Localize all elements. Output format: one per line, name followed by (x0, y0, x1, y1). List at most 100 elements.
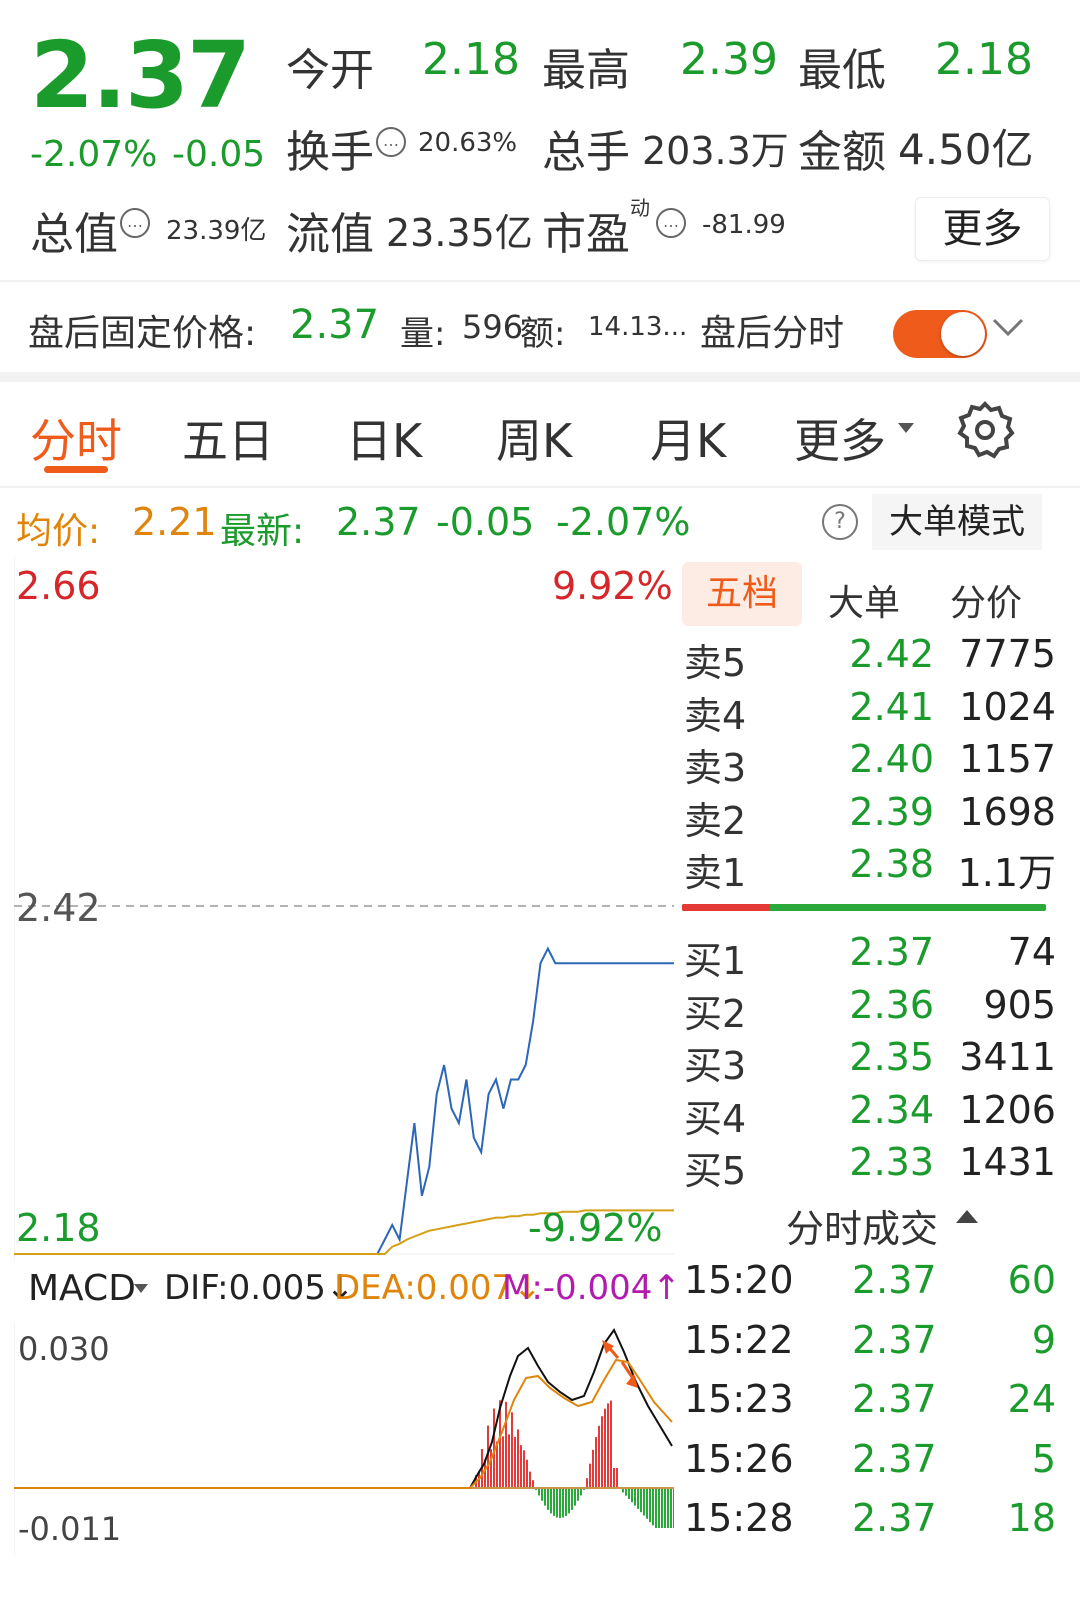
trade-volume: 9 (1031, 1317, 1056, 1362)
macd-top-label: 0.030 (18, 1330, 110, 1368)
bid-row[interactable]: 买3 2.35 3411 (684, 1035, 1056, 1088)
avg-price-value: 2.21 (132, 500, 217, 544)
trade-row: 15:26 2.37 5 (684, 1437, 1056, 1493)
macd-histogram-bar (586, 1478, 588, 1488)
trade-volume: 5 (1031, 1436, 1056, 1481)
chevron-down-icon[interactable] (990, 314, 1026, 338)
latest-change-pct: -2.07% (556, 500, 691, 544)
trade-volume: 18 (1007, 1496, 1056, 1540)
avg-price-label: 均价: (16, 511, 101, 552)
orderbook-tab-five-level[interactable]: 五档 (682, 562, 802, 626)
after-hours-amt: 14.13... (588, 312, 688, 342)
low-label: 最低 (798, 45, 886, 96)
trade-volume: 24 (1007, 1377, 1056, 1421)
tab-daily-k[interactable]: 日K (346, 405, 422, 471)
macd-histogram-bar (652, 1488, 654, 1526)
info-icon[interactable]: … (656, 208, 686, 238)
ask-row[interactable]: 卖1 2.38 1.1万 (684, 842, 1056, 895)
bid-price: 2.37 (849, 930, 934, 974)
orderbook-tab-big-order[interactable]: 大单 (828, 574, 900, 626)
reference-price-label: 2.42 (16, 886, 101, 930)
bid-level-label: 买5 (684, 1149, 747, 1193)
caret-down-icon (134, 1284, 148, 1293)
macd-histogram-bar (559, 1488, 561, 1518)
bid-volume: 3411 (959, 1035, 1056, 1079)
macd-histogram-bar (592, 1449, 594, 1488)
bid-ask-ratio-bar (682, 904, 1046, 911)
intraday-chart[interactable] (14, 556, 674, 1262)
macd-dea-value: DEA:0.007 (334, 1268, 514, 1308)
ask-level-label: 卖5 (684, 641, 747, 685)
bid-price: 2.35 (849, 1035, 934, 1079)
macd-histogram-bar (637, 1488, 639, 1509)
bid-row[interactable]: 买2 2.36 905 (684, 982, 1056, 1036)
bid-volume: 74 (1007, 930, 1056, 974)
high-label: 最高 (542, 45, 630, 96)
bid-level-label: 买1 (684, 939, 747, 983)
tab-intraday[interactable]: 分时 (30, 405, 122, 471)
help-icon[interactable]: ? (822, 504, 858, 540)
ask-row[interactable]: 卖4 2.41 1024 (684, 685, 1056, 738)
trades-title[interactable]: 分时成交 (786, 1198, 938, 1253)
macd-histogram-bar (604, 1408, 606, 1488)
pe-label: 市盈 (542, 209, 630, 260)
bid-row[interactable]: 买4 2.34 1206 (684, 1087, 1056, 1141)
trade-row: 15:28 2.37 18 (684, 1496, 1056, 1552)
pe-value: -81.99 (702, 210, 786, 240)
change-amount: -0.05 (172, 134, 266, 175)
bid-volume: 905 (983, 982, 1056, 1027)
ask-row[interactable]: 卖5 2.42 7775 (684, 632, 1056, 685)
latest-label: 最新: (220, 511, 305, 552)
trade-price: 2.37 (852, 1436, 937, 1481)
macd-histogram-bar (598, 1425, 600, 1488)
y-axis-top-label: 2.66 (16, 564, 101, 608)
latest-value: 2.37 (336, 500, 421, 544)
info-icon[interactable]: … (376, 127, 406, 157)
after-hours-price: 2.37 (290, 302, 380, 348)
after-hours-chart-label: 盘后分时 (700, 313, 845, 354)
caret-up-icon[interactable] (956, 1210, 978, 1223)
ask-row[interactable]: 卖2 2.39 1698 (684, 790, 1056, 843)
macd-histogram-bar (574, 1488, 576, 1506)
bid-row[interactable]: 买1 2.37 74 (684, 930, 1056, 983)
macd-histogram-bar (577, 1488, 579, 1501)
macd-histogram-bar (529, 1471, 531, 1488)
info-icon[interactable]: … (120, 208, 150, 238)
bid-row[interactable]: 买5 2.33 1431 (684, 1140, 1056, 1193)
ask-volume: 1157 (959, 737, 1056, 781)
bid-volume: 1431 (959, 1140, 1056, 1184)
macd-histogram-bar (655, 1488, 657, 1528)
y-axis-bottom-label: 2.18 (16, 1206, 101, 1250)
tab-more[interactable]: 更多 (794, 405, 886, 471)
big-order-mode-button[interactable]: 大单模式 (872, 494, 1042, 550)
ask-row[interactable]: 卖3 2.40 1157 (684, 737, 1056, 790)
macd-histogram-bar (562, 1488, 564, 1518)
after-hours-toggle[interactable] (893, 310, 987, 358)
open-label: 今开 (286, 45, 374, 96)
macd-histogram-bar (541, 1488, 543, 1501)
macd-histogram-bar (613, 1468, 615, 1488)
bid-volume: 1206 (959, 1087, 1056, 1132)
trend-arrow-icon (602, 1340, 638, 1388)
gear-icon[interactable] (954, 398, 1016, 460)
after-hours-vol: 596 (462, 308, 524, 346)
macd-histogram-bar (523, 1450, 525, 1488)
turnover-value: 20.63% (418, 128, 518, 158)
orderbook-tab-price-distribution[interactable]: 分价 (950, 574, 1022, 626)
ask-level-label: 卖2 (684, 798, 747, 843)
ask-level-label: 卖1 (684, 851, 747, 895)
macd-histogram-bar (517, 1429, 519, 1488)
tab-monthly-k[interactable]: 月K (650, 405, 726, 471)
macd-label[interactable]: MACD (28, 1268, 136, 1309)
tab-five-day[interactable]: 五日 (182, 405, 274, 471)
trade-time: 15:23 (684, 1377, 794, 1421)
tab-weekly-k[interactable]: 周K (496, 405, 572, 471)
macd-dif-value: DIF:0.005 (164, 1268, 326, 1308)
latest-change: -0.05 (436, 500, 535, 544)
bid-price: 2.33 (849, 1140, 934, 1184)
more-button[interactable]: 更多 (915, 197, 1050, 261)
macd-histogram-bar (649, 1488, 651, 1523)
macd-histogram-bar (538, 1488, 540, 1496)
current-price: 2.37 (30, 22, 251, 129)
divider (0, 280, 1080, 282)
